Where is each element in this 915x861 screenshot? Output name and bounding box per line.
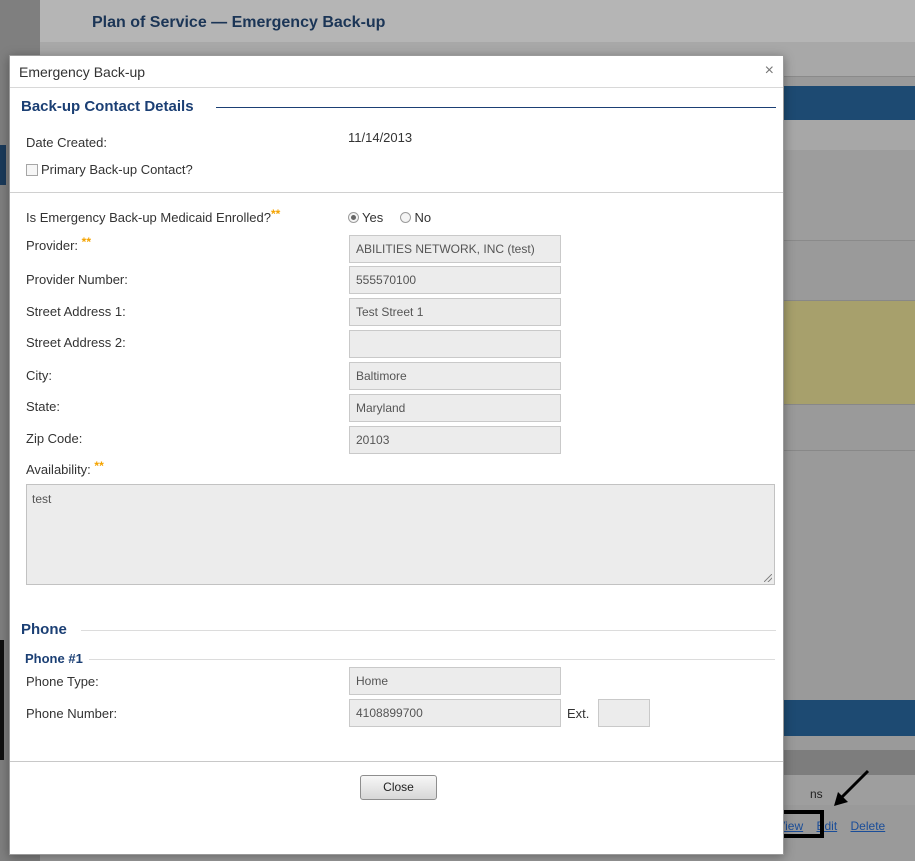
- street1-label: Street Address 1:: [26, 304, 126, 319]
- phone-number-label: Phone Number:: [26, 706, 118, 721]
- annotation-arrow-icon: [834, 769, 870, 806]
- page-title: Plan of Service — Emergency Back-up: [92, 14, 386, 31]
- state-field[interactable]: Maryland: [349, 394, 561, 422]
- city-field[interactable]: Baltimore: [349, 362, 561, 390]
- zip-label: Zip Code:: [26, 431, 83, 446]
- legend-rule: [81, 630, 776, 631]
- contact-details-legend: Back-up Contact Details: [21, 98, 776, 115]
- phone-1-heading: Phone #1: [25, 651, 85, 666]
- availability-textarea[interactable]: test: [26, 484, 775, 585]
- provider-label-row: Provider: **: [26, 235, 91, 253]
- ext-label: Ext.: [567, 706, 590, 721]
- section-row: [784, 120, 915, 151]
- close-icon[interactable]: ×: [765, 62, 774, 80]
- radio-no-label: No: [414, 210, 432, 225]
- radio-no[interactable]: [400, 212, 412, 223]
- section-row: [784, 150, 915, 241]
- emergency-backup-dialog: Emergency Back-up × Back-up Contact Deta…: [9, 55, 784, 855]
- medicaid-enrolled-label: Is Emergency Back-up Medicaid Enrolled?: [26, 210, 271, 225]
- radio-yes-label: Yes: [362, 210, 384, 225]
- phone-type-field[interactable]: Home: [349, 667, 561, 695]
- street1-field[interactable]: Test Street 1: [349, 298, 561, 326]
- primary-contact-checkbox[interactable]: [26, 164, 38, 176]
- provider-number-label: Provider Number:: [26, 272, 128, 287]
- section-band-blue-2: [784, 700, 915, 736]
- medicaid-enrolled-label-row: Is Emergency Back-up Medicaid Enrolled?*…: [26, 207, 281, 225]
- legend-rule: [216, 107, 776, 108]
- section-divider: [10, 192, 783, 193]
- provider-label: Provider:: [26, 238, 79, 253]
- contact-details-heading: Back-up Contact Details: [21, 98, 196, 115]
- dialog-title: Emergency Back-up: [19, 64, 146, 80]
- section-band-blue: [784, 86, 915, 120]
- provider-number-field[interactable]: 555570100: [349, 266, 561, 294]
- required-marker: **: [94, 459, 104, 473]
- table-column-header: ns: [810, 787, 823, 801]
- availability-label-row: Availability: **: [26, 459, 104, 477]
- resize-grip-icon[interactable]: [764, 574, 772, 582]
- dialog-titlebar: Emergency Back-up ×: [10, 56, 783, 88]
- left-nav-marker-2: [0, 640, 4, 760]
- date-created-value: 11/14/2013: [348, 130, 413, 145]
- zip-field[interactable]: 20103: [349, 426, 561, 454]
- primary-contact-row: Primary Back-up Contact?: [26, 162, 193, 177]
- ext-field[interactable]: [598, 699, 650, 727]
- state-label: State:: [26, 399, 60, 414]
- divider: [784, 450, 915, 451]
- legend-rule: [89, 659, 775, 660]
- street2-label: Street Address 2:: [26, 335, 126, 350]
- phone-legend: Phone: [21, 621, 776, 638]
- phone-type-label: Phone Type:: [26, 674, 99, 689]
- availability-label: Availability:: [26, 462, 91, 477]
- street2-field[interactable]: [349, 330, 561, 358]
- required-marker: **: [270, 207, 281, 221]
- required-marker: **: [81, 235, 91, 249]
- city-label: City:: [26, 368, 52, 383]
- phone-heading: Phone: [21, 621, 69, 638]
- left-nav-marker: [0, 145, 6, 185]
- primary-contact-label: Primary Back-up Contact?: [41, 162, 193, 177]
- provider-field[interactable]: ABILITIES NETWORK, INC (test): [349, 235, 561, 263]
- phone-number-field[interactable]: 4108899700: [349, 699, 561, 727]
- footer-divider: [10, 761, 783, 762]
- phone-1-legend: Phone #1: [25, 651, 775, 666]
- page-header: Plan of Service — Emergency Back-up: [40, 0, 915, 43]
- radio-yes[interactable]: [348, 212, 359, 223]
- date-created-label: Date Created:: [26, 135, 107, 150]
- medicaid-radio-group: Yes No: [348, 210, 431, 225]
- availability-text: test: [32, 492, 52, 506]
- close-button[interactable]: Close: [360, 775, 437, 800]
- highlight-panel: [784, 300, 915, 405]
- delete-link[interactable]: Delete: [851, 819, 886, 833]
